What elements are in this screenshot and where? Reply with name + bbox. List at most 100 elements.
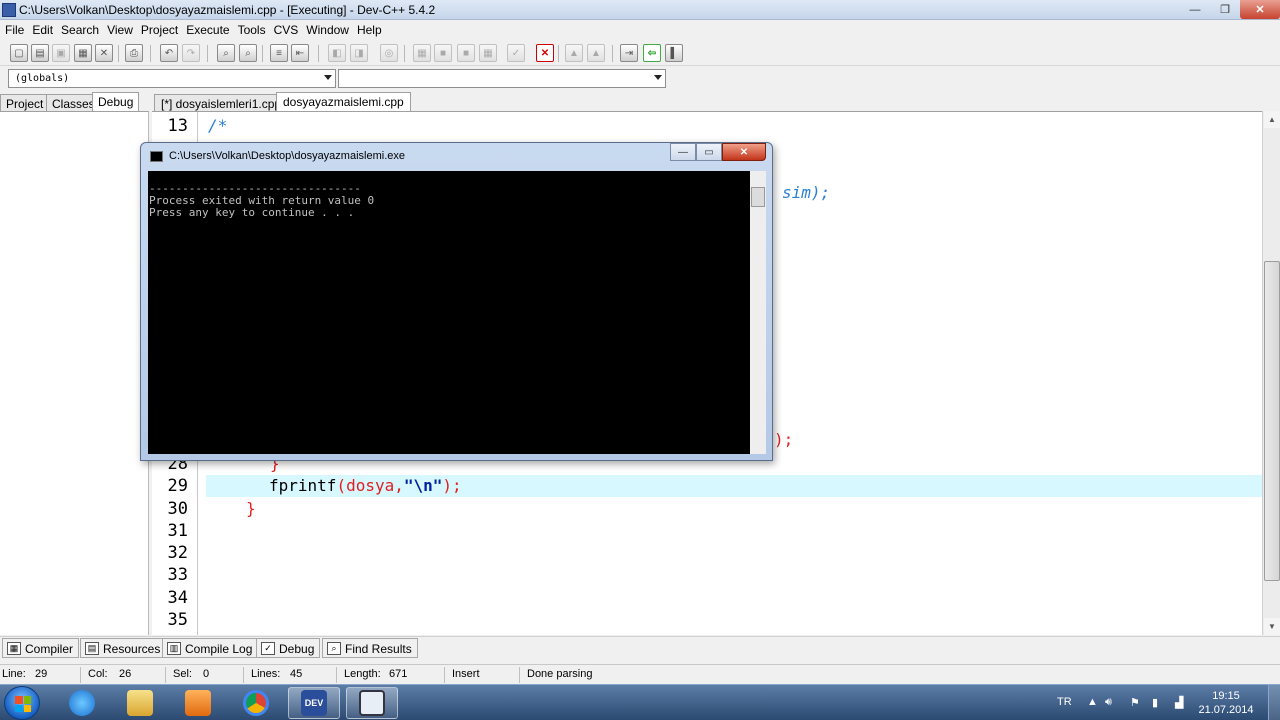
console-output[interactable]: -------------------------------- Process…: [148, 171, 750, 454]
close-file-icon[interactable]: ✕: [95, 44, 113, 62]
tab-resources[interactable]: ▤ Resources: [80, 638, 167, 658]
replace-icon[interactable]: ⌕: [239, 44, 257, 62]
rebuild-all-icon[interactable]: ▦: [479, 44, 497, 62]
media-player-icon[interactable]: [172, 687, 224, 719]
find-results-icon: ⌕: [327, 642, 341, 655]
compile-icon[interactable]: ▦: [413, 44, 431, 62]
status-lines-value: 45: [290, 668, 303, 680]
resources-icon: ▤: [85, 642, 99, 655]
compile-run-icon[interactable]: ■: [457, 44, 475, 62]
member-select[interactable]: [338, 69, 666, 88]
menu-window[interactable]: Window: [305, 21, 356, 39]
scroll-down-icon[interactable]: ▼: [1264, 618, 1280, 635]
console-maximize-button[interactable]: ▭: [696, 143, 722, 161]
scroll-up-icon[interactable]: ▲: [1264, 111, 1280, 128]
tab-find-results[interactable]: ⌕ Find Results: [322, 638, 418, 658]
undo-icon[interactable]: ↶: [160, 44, 178, 62]
menu-project[interactable]: Project: [140, 21, 185, 39]
about-icon[interactable]: ▌: [665, 44, 683, 62]
menu-edit[interactable]: Edit: [31, 21, 60, 39]
clock[interactable]: 19:15 21.07.2014: [1196, 689, 1256, 717]
chrome-icon[interactable]: [230, 687, 282, 719]
close-button[interactable]: ✕: [1240, 0, 1280, 19]
tab-dosyaislemleri1[interactable]: [*] dosyaislemleri1.cpp: [154, 94, 289, 112]
power-icon[interactable]: ▮: [1152, 696, 1158, 709]
console-scrollbar[interactable]: [750, 171, 766, 454]
tab-label: Find Results: [345, 642, 412, 656]
editor-scrollbar[interactable]: ▲ ▼: [1262, 111, 1280, 635]
console-app-icon: [359, 690, 385, 716]
stop-execution-icon[interactable]: ✕: [536, 44, 554, 62]
tab-project[interactable]: Project: [0, 94, 50, 112]
show-desktop-button[interactable]: [1268, 685, 1280, 720]
tab-dosyayazmaislemi[interactable]: dosyayazmaislemi.cpp: [276, 92, 411, 112]
console-window-controls: — ▭ ✕: [670, 143, 766, 161]
comment-icon[interactable]: ◎: [380, 44, 398, 62]
menu-tools[interactable]: Tools: [237, 21, 273, 39]
insert-icon[interactable]: ⇥: [620, 44, 638, 62]
code-line-13: /*: [208, 116, 228, 135]
scope-select[interactable]: (globals): [8, 69, 336, 88]
tab-label: Compiler: [25, 642, 74, 656]
syntax-check-icon[interactable]: ✓: [507, 44, 525, 62]
internet-explorer-icon[interactable]: [56, 687, 108, 719]
status-message: Done parsing: [527, 668, 593, 680]
tab-compile-log[interactable]: ▥ Compile Log: [162, 638, 259, 658]
menu-file[interactable]: File: [4, 21, 31, 39]
unindent-icon[interactable]: ◧: [328, 44, 346, 62]
status-lines-label: Lines:: [251, 668, 281, 680]
goto-line-icon[interactable]: ≡: [270, 44, 288, 62]
line-number: 34: [167, 588, 188, 608]
menu-search[interactable]: Search: [60, 21, 106, 39]
start-button[interactable]: [4, 686, 40, 720]
menu-cvs[interactable]: CVS: [273, 21, 306, 39]
minimize-button[interactable]: —: [1180, 0, 1210, 19]
debug-icon: ✓: [261, 642, 275, 655]
language-indicator[interactable]: TR: [1057, 696, 1072, 708]
run-icon[interactable]: ■: [434, 44, 452, 62]
find-icon[interactable]: ⌕: [217, 44, 235, 62]
print-icon[interactable]: ⎙: [125, 44, 143, 62]
tab-label: Resources: [103, 642, 161, 656]
show-hidden-icons-icon[interactable]: ▲: [1087, 696, 1098, 708]
console-scrollbar-thumb[interactable]: [751, 187, 765, 207]
indent-icon[interactable]: ◨: [350, 44, 368, 62]
exit-icon[interactable]: ⇦: [643, 44, 661, 62]
tab-compiler[interactable]: ▦ Compiler: [2, 638, 80, 658]
save-all-icon[interactable]: ▦: [74, 44, 92, 62]
status-line-value: 29: [35, 668, 48, 680]
dev-cpp-taskbar-button[interactable]: DEV: [288, 687, 340, 719]
console-close-button[interactable]: ✕: [722, 143, 766, 161]
devcpp-app-icon: [2, 3, 16, 17]
left-panel: [0, 111, 149, 635]
status-line-label: Line:: [2, 668, 26, 680]
class-browser-bar: (globals): [0, 67, 1280, 91]
toggle-bookmark-icon[interactable]: ⇤: [291, 44, 309, 62]
maximize-button[interactable]: ❐: [1210, 0, 1240, 19]
console-window[interactable]: C:\Users\Volkan\Desktop\dosyayazmaislemi…: [140, 142, 773, 461]
project-options-icon[interactable]: ▲: [587, 44, 605, 62]
menu-bar: File Edit Search View Project Execute To…: [0, 21, 1280, 39]
new-project-icon[interactable]: ▲: [565, 44, 583, 62]
left-panel-tabs: Project Classes Debug: [0, 92, 148, 112]
string-literal: "\n": [403, 476, 443, 495]
menu-view[interactable]: View: [106, 21, 140, 39]
file-explorer-icon[interactable]: [114, 687, 166, 719]
redo-icon[interactable]: ↷: [182, 44, 200, 62]
status-length-value: 671: [389, 668, 408, 680]
menu-help[interactable]: Help: [356, 21, 389, 39]
new-file-icon[interactable]: ▢: [10, 44, 28, 62]
tab-debug-msg[interactable]: ✓ Debug: [256, 638, 321, 658]
action-center-icon[interactable]: ⚑: [1130, 696, 1140, 709]
window-title: C:\Users\Volkan\Desktop\dosyayazmaislemi…: [19, 3, 436, 17]
volume-icon[interactable]: 🔊︎: [1105, 696, 1112, 709]
network-icon[interactable]: ▟: [1175, 696, 1183, 709]
scrollbar-thumb[interactable]: [1264, 261, 1280, 581]
console-minimize-button[interactable]: —: [670, 143, 696, 161]
tab-debug[interactable]: Debug: [92, 92, 140, 112]
open-file-icon[interactable]: ▤: [31, 44, 49, 62]
console-taskbar-button[interactable]: [346, 687, 398, 719]
code-line-29: fprintf(dosya,"\n");: [269, 475, 462, 497]
menu-execute[interactable]: Execute: [185, 21, 236, 39]
save-icon[interactable]: ▣: [52, 44, 70, 62]
